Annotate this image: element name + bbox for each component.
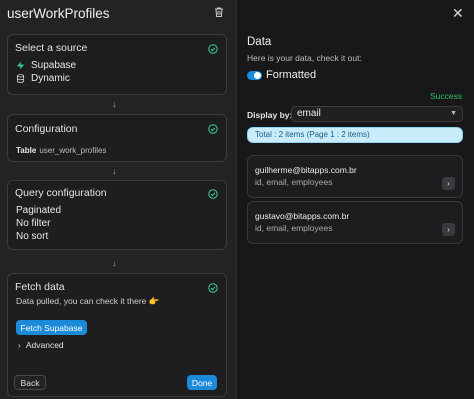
advanced-label: Advanced: [25, 340, 64, 350]
source-dynamic: Dynamic: [16, 73, 70, 84]
check-circle-icon: [208, 44, 218, 54]
query-filter: No filter: [16, 218, 51, 229]
source-label: Supabase: [31, 60, 77, 71]
query-pagination: Paginated: [16, 205, 62, 216]
check-circle-icon: [208, 189, 218, 199]
check-circle-icon: [208, 124, 218, 134]
step-configuration[interactable]: Configuration Table user_work_profiles: [7, 114, 227, 162]
display-by-select[interactable]: email ▼: [291, 106, 463, 122]
trash-icon[interactable]: [213, 6, 225, 18]
item-fields: id, email, employees: [255, 223, 333, 233]
arrow-down-icon: ↓: [112, 166, 117, 176]
fetch-message: Data pulled, you can check it there 👉: [16, 296, 160, 306]
back-button[interactable]: Back: [14, 375, 46, 390]
chevron-right-icon: ›: [18, 340, 21, 350]
table-value: user_work_profiles: [39, 146, 107, 155]
source-supabase: Supabase: [16, 60, 76, 71]
panel-title: userWorkProfiles: [7, 6, 110, 21]
data-title: Data: [247, 36, 272, 48]
formatted-label: Formatted: [266, 69, 317, 81]
step-title: Fetch data: [15, 281, 65, 293]
step-title: Configuration: [15, 123, 78, 135]
arrow-down-icon: ↓: [112, 258, 117, 268]
supabase-icon: [16, 61, 25, 70]
close-icon[interactable]: ✕: [452, 5, 464, 22]
item-title: gustavo@bitapps.com.br: [255, 211, 350, 221]
query-sort: No sort: [16, 231, 49, 242]
item-title: guilherme@bitapps.com.br: [255, 165, 357, 175]
total-badge: Total : 2 items (Page 1 : 2 items): [247, 127, 463, 143]
display-by-value: email: [297, 108, 321, 119]
source-label: Dynamic: [31, 73, 70, 84]
data-subtitle: Here is your data, check it out:: [247, 53, 362, 63]
step-title: Select a source: [15, 42, 88, 54]
chevron-right-icon[interactable]: ›: [442, 223, 455, 236]
done-button[interactable]: Done: [187, 375, 217, 390]
check-circle-icon: [208, 283, 218, 293]
step-select-source[interactable]: Select a source Supabase Dynamic: [7, 34, 227, 95]
chevron-down-icon: ▼: [450, 110, 457, 117]
status-text: Success: [430, 91, 463, 101]
advanced-toggle[interactable]: › Advanced: [18, 340, 64, 350]
item-fields: id, email, employees: [255, 177, 333, 187]
display-by-label: Display by:: [247, 110, 293, 120]
step-query-configuration[interactable]: Query configuration Paginated No filter …: [7, 180, 227, 250]
formatted-toggle[interactable]: [247, 71, 262, 80]
database-icon: [16, 74, 25, 83]
fetch-supabase-button[interactable]: Fetch Supabase: [16, 320, 87, 335]
data-item[interactable]: guilherme@bitapps.com.br id, email, empl…: [247, 155, 463, 198]
table-row-info: Table user_work_profiles: [16, 146, 106, 155]
chevron-right-icon[interactable]: ›: [442, 177, 455, 190]
arrow-down-icon: ↓: [112, 99, 117, 109]
table-label: Table: [16, 146, 37, 155]
step-title: Query configuration: [15, 187, 107, 199]
data-item[interactable]: gustavo@bitapps.com.br id, email, employ…: [247, 201, 463, 244]
